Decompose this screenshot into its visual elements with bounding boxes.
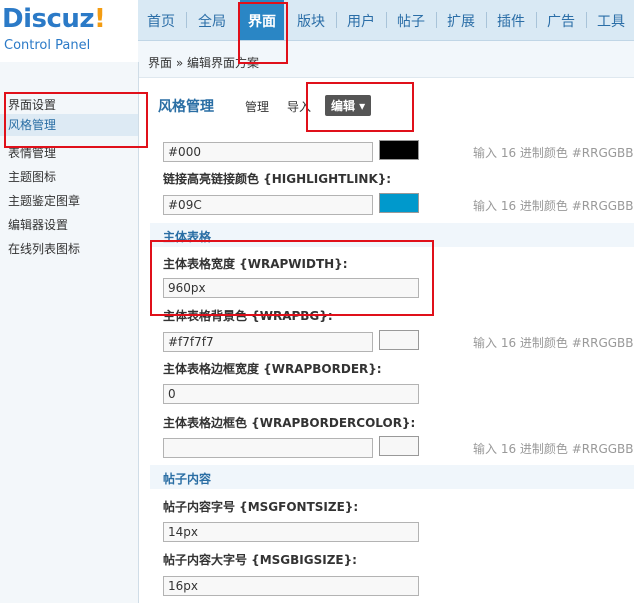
nav-divider [536,12,537,28]
message-group-header: 帖子内容 [150,465,634,489]
wrapbordercolor-label: 主体表格边框色 {WRAPBORDERCOLOR}: [163,416,416,430]
wrapbg-color-swatch[interactable] [379,330,419,350]
nav-divider [386,12,387,28]
color-hint: 输入 16 进制颜色 #RRGGBB [473,442,634,456]
nav-divider [336,12,337,28]
breadcrumb: 界面 » 编辑界面方案 [138,41,634,78]
brand-logo: Discuz! [2,4,106,34]
tab-manage[interactable]: 管理 [245,98,269,115]
nav-divider [186,12,187,28]
color-input[interactable]: #000 [163,142,373,162]
color-hint: 输入 16 进制颜色 #RRGGBB [473,336,634,350]
wrapbg-input[interactable]: #f7f7f7 [163,332,373,352]
wrapborder-label: 主体表格边框宽度 {WRAPBORDER}: [163,362,382,376]
nav-divider [486,12,487,28]
nav-divider [436,12,437,28]
message-group-title: 帖子内容 [163,472,212,486]
wrapbordercolor-color-swatch[interactable] [379,436,419,456]
nav-ads[interactable]: 广告 [538,0,584,40]
highlightlink-input[interactable]: #09C [163,195,373,215]
msgfontsize-label: 帖子内容字号 {MSGFONTSIZE}: [163,500,359,514]
color-hint: 输入 16 进制颜色 #RRGGBB [473,199,634,213]
color-hint: 输入 16 进制颜色 #RRGGBB [473,146,634,160]
nav-global[interactable]: 全局 [188,0,236,40]
msgfontsize-input[interactable]: 14px [163,522,419,542]
highlight-box-nav [238,2,288,64]
top-navigation: 首页 全局 界面 版块 用户 帖子 扩展 插件 广告 工具 [138,0,634,41]
highlight-box-edit-tab [306,82,414,132]
color-swatch[interactable] [379,140,419,160]
nav-home[interactable]: 首页 [138,0,184,40]
nav-plugins[interactable]: 插件 [488,0,534,40]
sidebar-item-thread-icons[interactable]: 主题图标 [8,168,56,185]
nav-tools[interactable]: 工具 [588,0,634,40]
wrapbordercolor-input[interactable] [163,438,373,458]
msgbigsize-input[interactable]: 16px [163,576,419,596]
style-edit-form: #000 输入 16 进制颜色 #RRGGBB 链接高亮链接颜色 {HIGHLI… [150,134,634,603]
nav-extend[interactable]: 扩展 [438,0,484,40]
highlightlink-color-swatch[interactable] [379,193,419,213]
nav-divider [586,12,587,28]
highlightlink-label: 链接高亮链接颜色 {HIGHLIGHTLINK}: [163,172,392,186]
highlight-box-sidebar [4,92,148,148]
logo: Discuz! Control Panel [0,0,138,62]
sidebar-item-online-icons[interactable]: 在线列表图标 [8,240,80,257]
nav-forums[interactable]: 版块 [288,0,334,40]
wrapborder-input[interactable]: 0 [163,384,419,404]
control-panel-subtitle: Control Panel [4,38,91,53]
page-title: 风格管理 [158,99,214,115]
highlight-box-wrapwidth [150,240,434,316]
msgbigsize-label: 帖子内容大字号 {MSGBIGSIZE}: [163,553,357,567]
nav-threads[interactable]: 帖子 [388,0,434,40]
sidebar-item-editor-settings[interactable]: 编辑器设置 [8,216,68,233]
nav-users[interactable]: 用户 [338,0,384,40]
sidebar-item-stamps[interactable]: 主题鉴定图章 [8,192,80,209]
